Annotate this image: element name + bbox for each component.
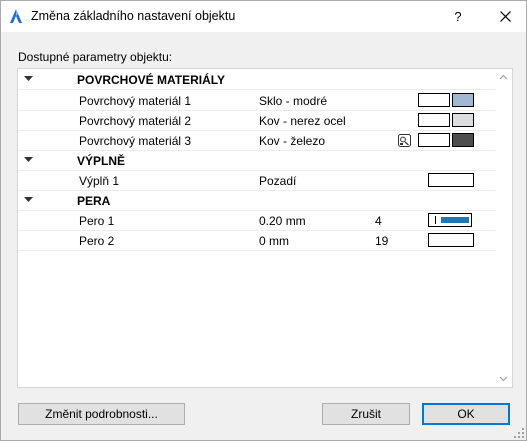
- pen-number: 4: [375, 214, 382, 228]
- pen-number: 19: [375, 234, 389, 248]
- parameters-caption: Dostupné parametry objektu:: [18, 50, 173, 64]
- archicad-app-icon: [10, 9, 22, 23]
- surface-preview[interactable]: [418, 113, 450, 127]
- group-header-materials[interactable]: POVRCHOVÉ MATERIÁLY: [18, 69, 495, 90]
- param-value: Kov - železo: [259, 134, 326, 148]
- pen-color-fill: [441, 217, 469, 223]
- vertical-scrollbar[interactable]: [495, 69, 512, 387]
- close-button[interactable]: [485, 1, 525, 32]
- param-name: Pero 1: [79, 214, 115, 228]
- change-details-button[interactable]: Změnit podrobnosti...: [18, 403, 185, 425]
- param-name: Pero 2: [79, 234, 115, 248]
- param-name: Povrchový materiál 3: [79, 134, 192, 148]
- material-picker-icon[interactable]: [398, 134, 411, 147]
- help-button[interactable]: ?: [441, 1, 475, 32]
- group-header-fills[interactable]: VÝPLNĚ: [18, 150, 495, 171]
- pen-color-swatch[interactable]: [428, 213, 472, 227]
- surface-preview[interactable]: [418, 93, 450, 107]
- param-name: Povrchový materiál 2: [79, 114, 192, 128]
- list-row-material-1[interactable]: Povrchový materiál 1 Sklo - modré: [18, 90, 495, 111]
- group-title: VÝPLNĚ: [77, 154, 126, 168]
- parameters-list[interactable]: POVRCHOVÉ MATERIÁLY Povrchový materiál 1…: [17, 68, 513, 388]
- ok-button[interactable]: OK: [422, 403, 510, 425]
- list-row-pen-2[interactable]: Pero 2 0 mm 19: [18, 230, 495, 251]
- surface-preview[interactable]: [418, 133, 450, 147]
- dialog-window: Změna základního nastavení objektu ? Dos…: [0, 0, 527, 441]
- pen-weight-marker: [435, 216, 436, 224]
- collapse-caret-icon[interactable]: [24, 76, 33, 82]
- fill-pattern-swatch[interactable]: [428, 173, 474, 187]
- list-row-material-3[interactable]: Povrchový materiál 3 Kov - železo: [18, 130, 495, 151]
- list-row-material-2[interactable]: Povrchový materiál 2 Kov - nerez ocel: [18, 110, 495, 131]
- group-title: POVRCHOVÉ MATERIÁLY: [77, 73, 226, 87]
- list-row-pen-1[interactable]: Pero 1 0.20 mm 4: [18, 210, 495, 231]
- param-name: Výplň 1: [79, 174, 120, 188]
- scroll-down-icon[interactable]: [499, 374, 508, 383]
- material-color-swatch[interactable]: [452, 133, 474, 147]
- close-icon: [499, 11, 511, 23]
- group-header-pens[interactable]: PERA: [18, 190, 495, 211]
- list-row-fill-1[interactable]: Výplň 1 Pozadí: [18, 170, 495, 191]
- material-color-swatch[interactable]: [452, 113, 474, 127]
- group-title: PERA: [77, 194, 111, 208]
- collapse-caret-icon[interactable]: [24, 157, 33, 163]
- material-color-swatch[interactable]: [452, 93, 474, 107]
- param-value: Sklo - modré: [259, 94, 328, 108]
- pen-color-swatch[interactable]: [428, 233, 474, 247]
- cancel-button[interactable]: Zrušit: [322, 403, 410, 425]
- param-value: 0 mm: [259, 234, 289, 248]
- scroll-up-icon[interactable]: [499, 73, 508, 82]
- param-name: Povrchový materiál 1: [79, 94, 192, 108]
- resize-grip-icon[interactable]: [514, 428, 524, 438]
- title-bar[interactable]: Změna základního nastavení objektu ?: [1, 1, 526, 32]
- collapse-caret-icon[interactable]: [24, 197, 33, 203]
- param-value: Pozadí: [259, 174, 297, 188]
- window-title: Změna základního nastavení objektu: [31, 9, 236, 23]
- param-value: Kov - nerez ocel: [259, 114, 346, 128]
- param-value: 0.20 mm: [259, 214, 306, 228]
